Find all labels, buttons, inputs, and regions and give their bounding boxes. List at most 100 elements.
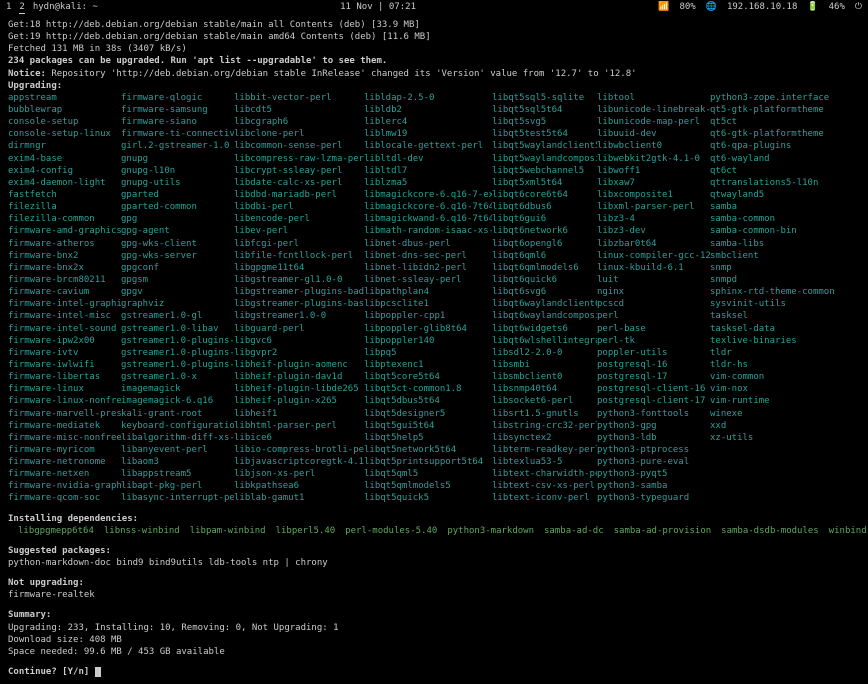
package-name: liblab-gamut1 <box>234 492 364 504</box>
package-name: firmware-samsung <box>121 104 234 116</box>
package-name: libgvc6 <box>234 335 364 347</box>
package-name: libtext-csv-xs-perl <box>492 480 597 492</box>
package-name: gpg-agent <box>121 225 234 237</box>
package-name: postgresql-client-17 <box>597 395 710 407</box>
package-name: libjavascriptcoregtk-4.1-0 <box>234 456 364 468</box>
package-name: snmp <box>710 262 860 274</box>
package-grid: appstreamfirmware-qlogiclibbit-vector-pe… <box>8 92 860 505</box>
package-name: gnupg-utils <box>121 177 234 189</box>
package-name: kali-grant-root <box>121 408 234 420</box>
package-name: keyboard-configuration <box>121 420 234 432</box>
package-name: poppler-utils <box>597 347 710 359</box>
package-name: libqt5waylandclient5 <box>492 140 597 152</box>
package-name: libqt6wlshellintegration6 <box>492 335 597 347</box>
package-name: libltdl7 <box>364 165 492 177</box>
package-name: libtexlua53-5 <box>492 456 597 468</box>
package-name: libclone-perl <box>234 128 364 140</box>
package-name: libqt5dbus5t64 <box>364 395 492 407</box>
package-name: luit <box>597 274 710 286</box>
tab-2[interactable]: 2 <box>19 1 24 14</box>
package-name: libz3-dev <box>597 225 710 237</box>
package-name: firmware-bnx2 <box>8 250 121 262</box>
package-name: libldap-2.5-0 <box>364 92 492 104</box>
upgrading-header: Upgrading: <box>8 80 860 92</box>
package-name: exim4-daemon-light <box>8 177 121 189</box>
package-name: firmware-misc-nonfree <box>8 432 121 444</box>
package-name: libpathplan4 <box>364 286 492 298</box>
wifi-pct: 80% <box>679 1 695 13</box>
package-name: samba-common-bin <box>710 225 860 237</box>
package-name: texlive-binaries <box>710 335 860 347</box>
summary-line3: Space needed: 99.6 MB / 453 GB available <box>8 646 860 658</box>
package-name: bubblewrap <box>8 104 121 116</box>
package-name: gnupg <box>121 153 234 165</box>
package-name: exim4-base <box>8 153 121 165</box>
package-name: python3-samba <box>597 480 710 492</box>
dependency-name: libnss-winbind <box>104 525 180 537</box>
package-name: liblmw19 <box>364 128 492 140</box>
package-name: snmpd <box>710 274 860 286</box>
package-name: gstreamer1.0-gl <box>121 310 234 322</box>
package-name: libappstream5 <box>121 468 234 480</box>
package-name: perl-base <box>597 323 710 335</box>
package-name: xxd <box>710 420 860 432</box>
package-name: gstreamer1.0-plugins-base <box>121 347 234 359</box>
terminal-area[interactable]: Get:18 http://deb.debian.org/debian stab… <box>0 15 868 684</box>
package-name: libqt5help5 <box>364 432 492 444</box>
package-name: libwoff1 <box>597 165 710 177</box>
package-name: libheif-plugin-libde265 <box>234 383 364 395</box>
package-name: samba <box>710 201 860 213</box>
line-get18: Get:18 http://deb.debian.org/debian stab… <box>8 19 860 31</box>
package-name: qttranslations5-l10n <box>710 177 860 189</box>
package-name: gstreamer1.0-plugins-good <box>121 359 234 371</box>
package-name: liblocale-gettext-perl <box>364 140 492 152</box>
package-name: libsmbi <box>492 359 597 371</box>
installing-deps-header: Installing dependencies: <box>8 513 860 525</box>
package-name: libsrt1.5-gnutls <box>492 408 597 420</box>
package-name: firmware-libertas <box>8 371 121 383</box>
package-name: firmware-brcm80211 <box>8 274 121 286</box>
package-name: libqt6widgets6 <box>492 323 597 335</box>
package-name: perl-tk <box>597 335 710 347</box>
package-name: gnupg-l10n <box>121 165 234 177</box>
package-name: graphviz <box>121 298 234 310</box>
package-name: libnet-dbus-perl <box>364 238 492 250</box>
package-name: vim-common <box>710 371 860 383</box>
dependency-name: perl-modules-5.40 <box>345 525 437 537</box>
package-name: libqt6network6 <box>492 225 597 237</box>
package-name: libqt6waylandclient6 <box>492 298 597 310</box>
package-name: samba-common <box>710 213 860 225</box>
dependency-name: libperl5.40 <box>276 525 336 537</box>
package-name: libpoppler-cpp1 <box>364 310 492 322</box>
wifi-icon: 📶 <box>658 1 669 13</box>
package-name: libice6 <box>234 432 364 444</box>
package-name: gstreamer1.0-libav <box>121 323 234 335</box>
package-name: libqt5designer5 <box>364 408 492 420</box>
package-name: nginx <box>597 286 710 298</box>
package-name: libqt5quick5 <box>364 492 492 504</box>
package-name: libtext-iconv-perl <box>492 492 597 504</box>
package-name: libheif-plugin-aomenc <box>234 359 364 371</box>
tab-1[interactable]: 1 <box>6 1 11 13</box>
package-name: libqt6qml6 <box>492 250 597 262</box>
package-name: libptexenc1 <box>364 359 492 371</box>
package-name: libhtml-parser-perl <box>234 420 364 432</box>
package-name: firmware-myricom <box>8 444 121 456</box>
package-name: libcrypt-ssleay-perl <box>234 165 364 177</box>
prompt-line[interactable]: Continue? [Y/n] <box>8 666 860 678</box>
package-name: libzbar0t64 <box>597 238 710 250</box>
package-name: firmware-mediatek <box>8 420 121 432</box>
package-name: firmware-siano <box>121 116 234 128</box>
package-name: libqt5core5t64 <box>364 371 492 383</box>
package-name: firmware-qlogic <box>121 92 234 104</box>
package-name <box>710 444 860 456</box>
package-name: libqt5xml5t64 <box>492 177 597 189</box>
package-name: libpcsclite1 <box>364 298 492 310</box>
package-name: libunicode-linebreak-perl <box>597 104 710 116</box>
package-name: libterm-readkey-perl <box>492 444 597 456</box>
package-name: dirmngr <box>8 140 121 152</box>
package-name: libuuid-dev <box>597 128 710 140</box>
package-name: libgstreamer-plugins-bad1.0-0 <box>234 286 364 298</box>
package-name: console-setup-linux <box>8 128 121 140</box>
package-name: firmware-marvell-prestera <box>8 408 121 420</box>
